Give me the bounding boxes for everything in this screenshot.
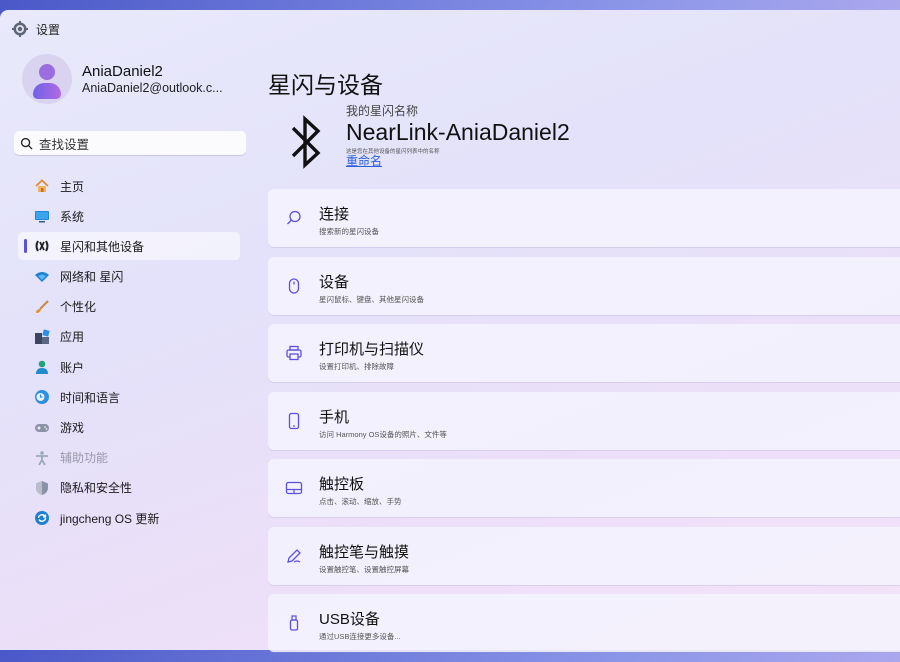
card-title: USB设备 [319, 611, 380, 628]
gamepad-icon [34, 420, 50, 436]
sidebar-item-label: 账户 [60, 360, 85, 375]
sidebar-item-label: 辅助功能 [60, 451, 109, 466]
brush-icon [34, 299, 50, 315]
apps-icon [34, 329, 50, 345]
window-title: 设置 [36, 22, 61, 37]
search-icon [20, 137, 33, 150]
sidebar-item-label: 隐私和安全性 [60, 481, 133, 496]
card-devices[interactable]: 设备 星闪鼠标、键盘、其他星闪设备 [268, 256, 900, 315]
usb-icon [289, 615, 299, 631]
card-subtitle: 访问 Harmony OS设备的照片、文件等 [319, 429, 447, 439]
display-icon [34, 208, 50, 224]
sidebar-item-update[interactable]: jingcheng OS 更新 [18, 504, 240, 532]
account-icon [34, 359, 50, 375]
sidebar-item-label: 个性化 [60, 300, 97, 315]
card-usb[interactable]: USB设备 通过USB连接更多设备... [268, 594, 900, 652]
sidebar-item-system[interactable]: 系统 [18, 202, 240, 230]
sidebar-item-label: 游戏 [60, 421, 85, 435]
card-title: 触控笔与触摸 [319, 543, 410, 561]
wifi-icon [34, 269, 50, 285]
sidebar-item-nearlink[interactable]: 星闪和其他设备 [18, 232, 240, 261]
card-subtitle: 搜索新的星闪设备 [319, 227, 379, 236]
profile-name: AniaDaniel2 [82, 63, 163, 80]
card-printers[interactable]: 打印机与扫描仪 设置打印机、排除故障 [268, 324, 900, 382]
card-phone[interactable]: 手机 访问 Harmony OS设备的照片、文件等 [268, 391, 900, 450]
sidebar-item-accessibility[interactable]: 辅助功能 [18, 444, 240, 472]
search-placeholder: 查找设置 [39, 137, 90, 152]
printer-icon [286, 345, 302, 361]
settings-window: 设置 AniaDaniel2 AniaDaniel2@outlook.c... … [0, 10, 900, 652]
avatar[interactable] [22, 54, 72, 104]
globe-clock-icon [34, 389, 50, 405]
page-title: 星闪与设备 [268, 72, 383, 98]
title-bar: 设置 [12, 20, 60, 38]
sidebar-item-gaming[interactable]: 游戏 [18, 414, 240, 442]
touchpad-icon [285, 481, 303, 495]
card-subtitle: 设置打印机、排除故障 [319, 362, 394, 371]
sidebar-item-label: 主页 [60, 179, 85, 194]
sidebar-item-apps[interactable]: 应用 [18, 323, 240, 351]
sidebar-item-personalization[interactable]: 个性化 [18, 293, 240, 321]
settings-cards: 连接 搜索新的星闪设备 设备 星闪鼠标、键盘、其他星闪设备 打印机与扫描仪 设置… [268, 189, 900, 662]
pen-icon [287, 548, 301, 563]
card-connect[interactable]: 连接 搜索新的星闪设备 [268, 189, 900, 247]
card-title: 打印机与扫描仪 [319, 341, 425, 358]
sidebar-item-label: 系统 [60, 209, 85, 224]
card-subtitle: 星闪鼠标、键盘、其他星闪设备 [319, 294, 424, 304]
card-touchpad[interactable]: 触控板 点击、滚动、缩放、手势 [268, 459, 900, 517]
sidebar-item-accounts[interactable]: 账户 [18, 353, 240, 381]
sidebar-item-home[interactable]: 主页 [18, 172, 240, 200]
update-icon [34, 510, 50, 526]
phone-icon [288, 412, 300, 429]
card-title: 连接 [319, 206, 350, 223]
device-name: NearLink-AniaDaniel2 [346, 119, 570, 145]
sidebar-item-time-language[interactable]: 时间和语言 [18, 383, 240, 411]
card-subtitle: 通过USB连接更多设备... [319, 632, 401, 641]
card-subtitle: 点击、滚动、缩放、手势 [319, 497, 402, 506]
sidebar-item-network[interactable]: 网络和 星闪 [18, 263, 240, 291]
mouse-icon [288, 277, 300, 294]
card-title: 手机 [319, 408, 350, 426]
sidebar-item-label: 时间和语言 [60, 390, 121, 405]
card-title: 设备 [319, 273, 350, 291]
sidebar-item-label: 星闪和其他设备 [60, 239, 145, 254]
card-pen-touch[interactable]: 触控笔与触摸 设置触控笔、设置触控屏幕 [268, 526, 900, 585]
card-subtitle: 设置触控笔、设置触控屏幕 [319, 564, 409, 574]
user-profile[interactable]: AniaDaniel2 AniaDaniel2@outlook.c... [22, 54, 237, 104]
settings-gear-icon [12, 21, 28, 37]
accessibility-icon [34, 450, 50, 466]
sidebar-item-label: 网络和 星闪 [60, 270, 124, 285]
search-icon [287, 210, 301, 225]
rename-link[interactable]: 重命名 [346, 152, 382, 169]
card-title: 触控板 [319, 476, 365, 493]
sidebar-item-label: 应用 [60, 330, 85, 345]
shield-icon [34, 480, 50, 496]
search-input[interactable]: 查找设置 [14, 131, 246, 155]
nearlink-logo-icon [291, 115, 321, 169]
sidebar-item-label: jingcheng OS 更新 [60, 511, 160, 526]
home-icon [34, 178, 50, 194]
sidebar-item-privacy[interactable]: 隐私和安全性 [18, 474, 240, 502]
profile-email: AniaDaniel2@outlook.c... [82, 81, 223, 95]
device-name-label: 我的星闪名称 [346, 104, 419, 118]
nearlink-icon [34, 238, 50, 254]
sidebar-nav: 主页 系统 星闪和其他设备 网络和 星闪 个性化 应用 账户 时间和语言 游戏 … [18, 172, 240, 534]
